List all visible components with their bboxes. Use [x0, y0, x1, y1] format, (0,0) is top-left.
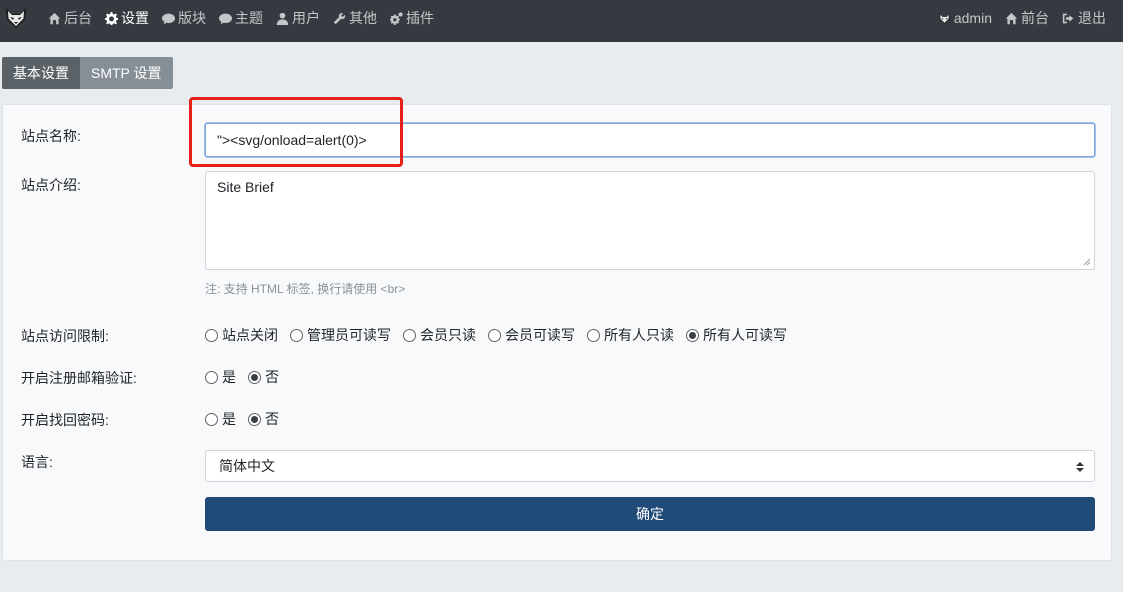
- settings-tabs: 基本设置 SMTP 设置: [2, 57, 173, 89]
- radio-button[interactable]: [403, 328, 416, 342]
- nav-item-logout[interactable]: 退出: [1062, 8, 1106, 28]
- radio-button[interactable]: [205, 412, 218, 426]
- site-brief-value: Site Brief: [217, 179, 274, 195]
- nav-item-dashboard[interactable]: 后台: [48, 8, 92, 28]
- radio-label: 否: [265, 369, 279, 385]
- top-navbar: 后台 设置 版块 主题 用户 其他 插件 admin 前台 退出: [0, 0, 1123, 42]
- radio-label: 管理员可读写: [307, 327, 391, 343]
- resize-grip-icon[interactable]: [1083, 258, 1091, 266]
- radio-button-checked[interactable]: [248, 412, 261, 426]
- access-option-member-ro[interactable]: 会员只读: [403, 325, 476, 345]
- cogs-icon: [390, 11, 403, 25]
- nav-item-label: 其他: [349, 10, 377, 26]
- radio-label: 所有人可读写: [703, 327, 787, 343]
- avatar-icon: [938, 12, 950, 24]
- access-restriction-label: 站点访问限制:: [21, 328, 109, 344]
- sign-out-icon: [1062, 13, 1074, 23]
- access-option-site-closed[interactable]: 站点关闭: [205, 325, 278, 345]
- gear-icon: [105, 11, 118, 25]
- password-recovery-option-no[interactable]: 否: [248, 409, 279, 429]
- radio-button-checked[interactable]: [686, 328, 699, 342]
- radio-label: 站点关闭: [222, 327, 278, 343]
- radio-button[interactable]: [205, 370, 218, 384]
- site-brief-textarea[interactable]: Site Brief: [205, 171, 1095, 270]
- comment-icon: [162, 13, 175, 24]
- email-verify-option-yes[interactable]: 是: [205, 367, 236, 387]
- nav-item-forums[interactable]: 版块: [162, 8, 206, 28]
- radio-button-checked[interactable]: [248, 370, 261, 384]
- nav-item-label: 退出: [1078, 10, 1106, 26]
- radio-label: 所有人只读: [604, 327, 674, 343]
- nav-item-label: 用户: [292, 10, 320, 26]
- nav-item-frontend[interactable]: 前台: [1005, 8, 1049, 28]
- email-verify-option-no[interactable]: 否: [248, 367, 279, 387]
- email-verify-label: 开启注册邮箱验证:: [21, 370, 137, 386]
- nav-item-other[interactable]: 其他: [333, 8, 377, 28]
- nav-item-settings[interactable]: 设置: [105, 8, 149, 28]
- language-select[interactable]: 简体中文: [205, 450, 1095, 482]
- nav-item-label: 前台: [1021, 10, 1049, 26]
- fox-logo-icon[interactable]: [4, 6, 28, 30]
- radio-button[interactable]: [205, 328, 218, 342]
- comment-icon: [219, 13, 232, 24]
- access-option-everyone-ro[interactable]: 所有人只读: [587, 325, 674, 345]
- site-name-label: 站点名称:: [21, 128, 81, 144]
- nav-item-label: 版块: [178, 10, 206, 26]
- nav-item-plugins[interactable]: 插件: [390, 8, 434, 28]
- tab-basic-settings[interactable]: 基本设置: [2, 57, 80, 89]
- access-option-admin-rw[interactable]: 管理员可读写: [290, 325, 391, 345]
- nav-item-label: admin: [953, 10, 992, 26]
- password-recovery-label: 开启找回密码:: [21, 412, 109, 428]
- nav-right-menu: admin 前台 退出: [925, 0, 1106, 36]
- site-name-input[interactable]: [205, 123, 1095, 157]
- radio-button[interactable]: [290, 328, 303, 342]
- nav-item-admin-user[interactable]: admin: [938, 10, 992, 26]
- password-recovery-option-yes[interactable]: 是: [205, 409, 236, 429]
- access-option-member-rw[interactable]: 会员可读写: [488, 325, 575, 345]
- home-icon: [48, 12, 61, 24]
- email-verify-radio-group: 是 否: [205, 367, 291, 387]
- radio-label: 会员只读: [420, 327, 476, 343]
- language-label: 语言:: [21, 454, 53, 470]
- radio-button[interactable]: [587, 328, 600, 342]
- nav-item-threads[interactable]: 主题: [219, 8, 263, 28]
- access-option-everyone-rw[interactable]: 所有人可读写: [686, 325, 787, 345]
- submit-button[interactable]: 确定: [205, 497, 1095, 531]
- site-brief-hint: 注: 支持 HTML 标签, 换行请使用 <br>: [205, 282, 406, 296]
- nav-item-label: 主题: [235, 10, 263, 26]
- nav-item-users[interactable]: 用户: [276, 8, 320, 28]
- radio-label: 是: [222, 369, 236, 385]
- nav-item-label: 设置: [121, 10, 149, 26]
- radio-button[interactable]: [488, 328, 501, 342]
- nav-item-label: 后台: [64, 10, 92, 26]
- language-selected-value: 简体中文: [219, 458, 275, 474]
- radio-label: 是: [222, 411, 236, 427]
- access-restriction-radio-group: 站点关闭 管理员可读写 会员只读 会员可读写 所有人只读 所有人可读写: [205, 325, 799, 345]
- wrench-icon: [333, 12, 346, 24]
- user-icon: [276, 12, 289, 25]
- select-arrows-icon: [1076, 462, 1084, 472]
- site-brief-label: 站点介绍:: [21, 177, 81, 193]
- nav-item-label: 插件: [406, 10, 434, 26]
- radio-label: 会员可读写: [505, 327, 575, 343]
- password-recovery-radio-group: 是 否: [205, 409, 291, 429]
- nav-left-menu: 后台 设置 版块 主题 用户 其他 插件: [48, 0, 447, 36]
- home-icon: [1005, 12, 1018, 24]
- settings-form-card: 站点名称: 站点介绍: Site Brief 注: 支持 HTML 标签, 换行…: [2, 104, 1112, 561]
- tab-smtp-settings[interactable]: SMTP 设置: [80, 57, 173, 89]
- radio-label: 否: [265, 411, 279, 427]
